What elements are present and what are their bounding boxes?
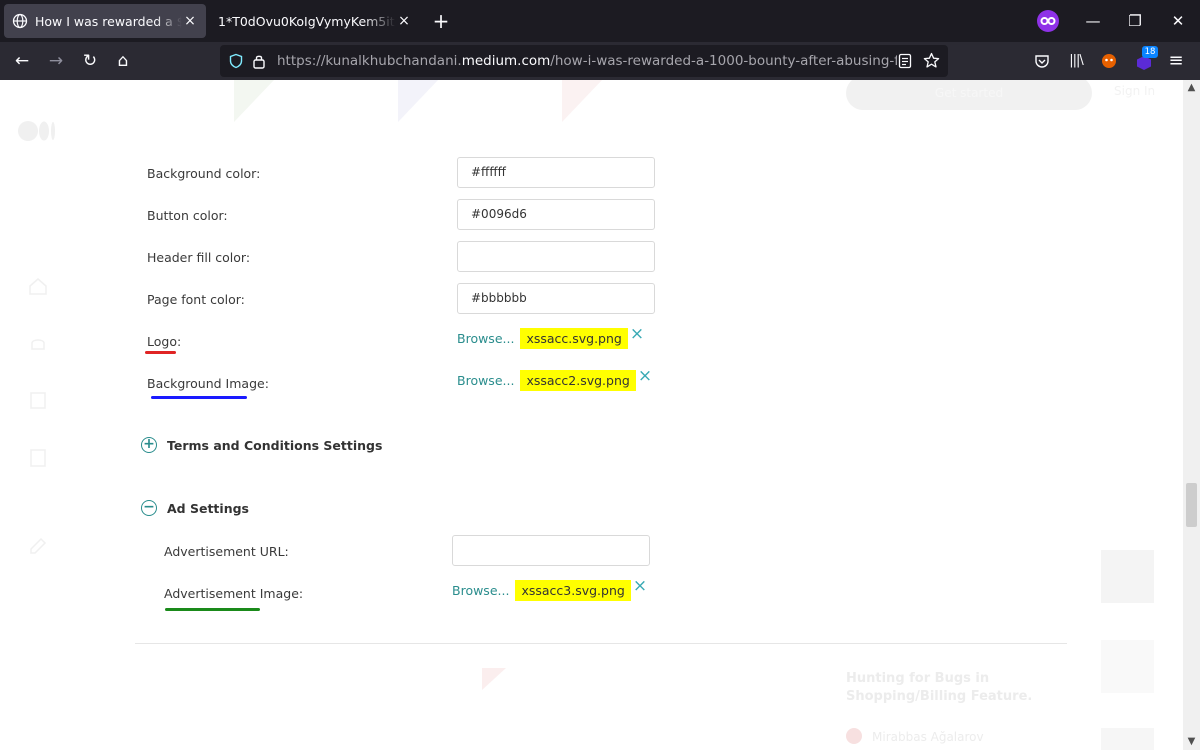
collapse-minus-icon[interactable]: − [141, 500, 157, 516]
background-image-browse-button[interactable]: Browse... [457, 373, 514, 388]
background-image-label: Background Image: [147, 376, 269, 391]
button-color-label: Button color: [147, 208, 228, 223]
red-underline-annotation [145, 351, 176, 354]
terms-conditions-title: Terms and Conditions Settings [167, 437, 383, 453]
lock-icon[interactable] [252, 53, 266, 69]
advertisement-image-remove-icon[interactable]: × [633, 578, 647, 595]
sidebar-thumbnail [1101, 728, 1154, 750]
back-icon[interactable]: ← [10, 49, 34, 73]
background-image-file-upload: Browse... xssacc2.svg.png × [457, 368, 652, 391]
url-text[interactable]: https://kunalkhubchandani.medium.com/how… [277, 45, 897, 77]
tab-bar: How I was rewarded a $1000 bounty after … [0, 0, 1200, 42]
tab-title: 1*T0dOvu0KoIgVymyKem5itg.png (PNG Image) [218, 13, 396, 29]
decorative-shapes [234, 80, 602, 122]
blue-underline-annotation [151, 396, 247, 399]
header-fill-color-label: Header fill color: [147, 250, 251, 265]
pocket-icon[interactable] [1034, 53, 1050, 69]
advertisement-image-file-upload: Browse... xssacc3.svg.png × [452, 578, 647, 601]
lists-nav-icon[interactable] [28, 390, 48, 410]
sidebar-thumbnail[interactable] [1101, 640, 1154, 693]
background-color-label: Background color: [147, 166, 261, 181]
advertisement-image-label: Advertisement Image: [164, 586, 304, 601]
page-scrollbar[interactable]: ▲ ▼ [1183, 80, 1200, 750]
decorative-triangle [482, 668, 506, 690]
globe-icon [12, 13, 28, 29]
expand-plus-icon[interactable]: + [141, 437, 157, 453]
write-nav-icon[interactable] [28, 536, 48, 556]
window-close-icon[interactable]: ✕ [1163, 6, 1193, 36]
background-color-input[interactable]: #ffffff [457, 157, 655, 188]
ad-settings-section[interactable]: − Ad Settings [141, 500, 249, 516]
minimize-icon[interactable]: — [1078, 6, 1108, 36]
library-icon[interactable]: |||\ [1064, 49, 1088, 73]
forward-icon[interactable]: → [44, 49, 68, 73]
menu-icon[interactable]: ≡ [1164, 49, 1188, 73]
tab-inactive[interactable]: 1*T0dOvu0KoIgVymyKem5itg.png (PNG Image)… [210, 4, 420, 38]
header-fill-color-input[interactable] [457, 241, 655, 272]
url-path: /how-i-was-rewarded-a-1000-bounty-after-… [550, 53, 897, 69]
related-title-line: Shopping/Billing Feature. [846, 689, 1033, 704]
tab-title: How I was rewarded a $1000 bounty after … [35, 13, 182, 29]
home-nav-icon[interactable] [28, 276, 48, 296]
private-browsing-icon [1037, 10, 1059, 32]
extension-fox-icon[interactable] [1100, 52, 1118, 70]
logo-label: Logo: [147, 334, 182, 349]
advertisement-url-input[interactable] [452, 535, 650, 566]
sidebar-thumbnail[interactable] [1101, 550, 1154, 603]
notifications-nav-icon[interactable] [28, 334, 48, 354]
scroll-thumb[interactable] [1186, 483, 1197, 527]
navigation-toolbar: ← → ↻ ⌂ https://kunalkhubchandani.medium… [0, 42, 1200, 80]
stories-nav-icon[interactable] [28, 448, 48, 468]
logo-file-name: xssacc.svg.png [520, 328, 628, 349]
author-avatar [846, 728, 862, 744]
extension-badge: 18 [1142, 46, 1158, 58]
address-bar[interactable]: https://kunalkhubchandani.medium.com/how… [220, 45, 948, 77]
page-font-color-input[interactable]: #bbbbbb [457, 283, 655, 314]
scroll-down-icon[interactable]: ▼ [1183, 734, 1200, 750]
advertisement-image-file-name: xssacc3.svg.png [515, 580, 631, 601]
logo-file-upload: Browse... xssacc.svg.png × [457, 326, 644, 349]
get-started-button[interactable]: Get started [846, 80, 1092, 110]
medium-logo-icon[interactable] [18, 120, 58, 142]
related-title-line: Hunting for Bugs in [846, 671, 990, 686]
home-icon[interactable]: ⌂ [111, 49, 135, 73]
ad-settings-title: Ad Settings [167, 500, 249, 516]
background-image-file-name: xssacc2.svg.png [520, 370, 636, 391]
advertisement-url-label: Advertisement URL: [164, 544, 289, 559]
scroll-up-icon[interactable]: ▲ [1183, 80, 1200, 96]
bookmark-star-icon[interactable] [923, 52, 940, 69]
page-font-color-label: Page font color: [147, 292, 245, 307]
url-prefix: https://kunalkhubchandani. [277, 53, 462, 69]
tab-active[interactable]: How I was rewarded a $1000 bounty after … [4, 4, 206, 38]
new-tab-icon[interactable]: + [430, 8, 452, 34]
terms-conditions-section[interactable]: + Terms and Conditions Settings [141, 437, 382, 453]
sign-in-link[interactable]: Sign In [1114, 84, 1155, 98]
logo-remove-icon[interactable]: × [630, 326, 644, 343]
button-color-input[interactable]: #0096d6 [457, 199, 655, 230]
background-image-remove-icon[interactable]: × [638, 368, 652, 385]
reader-view-icon[interactable] [898, 53, 912, 69]
related-author: Mirabbas Ağalarov [872, 730, 984, 744]
tab-close-icon[interactable]: × [182, 13, 198, 29]
restore-icon[interactable]: ❐ [1120, 6, 1150, 36]
related-story-title[interactable]: Hunting for Bugs in Shopping/Billing Fea… [846, 670, 1032, 706]
advertisement-image-browse-button[interactable]: Browse... [452, 583, 509, 598]
reload-icon[interactable]: ↻ [78, 49, 102, 73]
shield-icon[interactable] [228, 53, 244, 69]
logo-browse-button[interactable]: Browse... [457, 331, 514, 346]
content-divider [135, 643, 1067, 644]
url-host: medium.com [461, 53, 551, 69]
tab-close-icon[interactable]: × [396, 13, 412, 29]
green-underline-annotation [165, 608, 260, 611]
